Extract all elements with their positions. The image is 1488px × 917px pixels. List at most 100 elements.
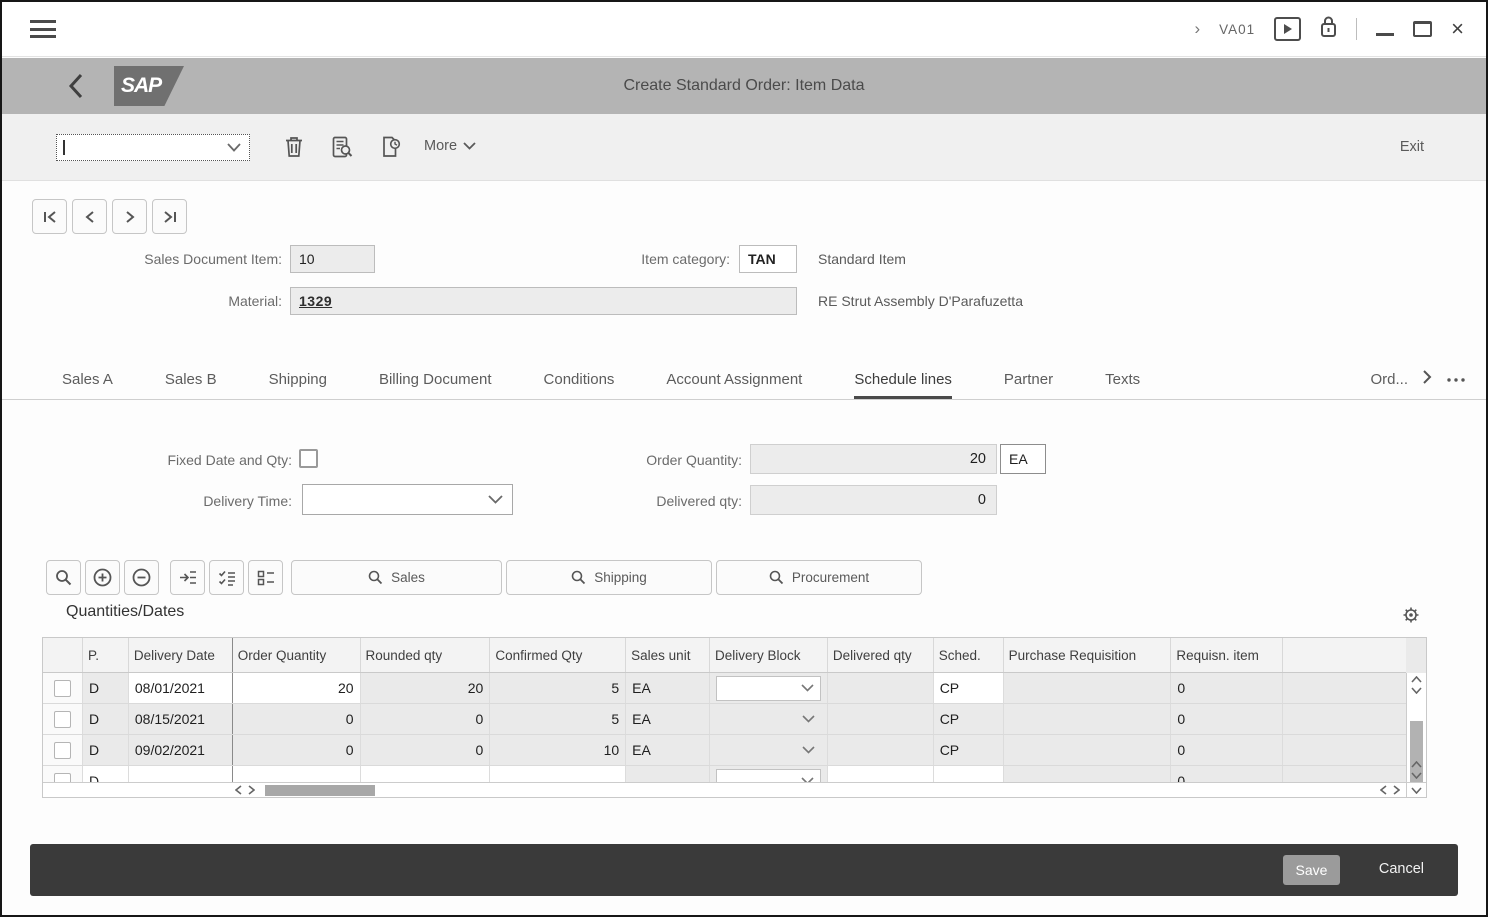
zoom-out-button[interactable] [124,560,159,595]
purchase-requisition-cell[interactable] [1004,673,1172,703]
first-item-button[interactable] [32,199,67,234]
order-quantity-cell[interactable]: 20 [233,673,361,703]
column-header[interactable]: Sales unit [626,638,710,672]
column-header[interactable]: Delivered qty [828,638,934,672]
sched-line-cat-cell[interactable]: CP [934,704,1004,734]
scroll-left-right-icons[interactable] [235,783,255,797]
delete-icon[interactable] [284,136,308,160]
sales-doc-item-field[interactable]: 10 [290,245,375,273]
column-header[interactable]: Sched. [934,638,1004,672]
row-select-checkbox[interactable] [43,735,83,765]
tab-conditions[interactable]: Conditions [544,371,615,399]
date-type-cell[interactable]: D [83,673,129,703]
tab-scroll-right-icon[interactable] [1422,370,1432,399]
zoom-in-button[interactable] [85,560,120,595]
requisition-item-cell[interactable]: 0 [1171,673,1283,703]
tab-sales-a[interactable]: Sales A [62,371,113,399]
maximize-icon[interactable] [1413,21,1432,37]
deselect-all-icon[interactable] [248,560,283,595]
last-item-button[interactable] [152,199,187,234]
tab-shipping[interactable]: Shipping [269,371,327,399]
page-up-icon[interactable] [1407,761,1426,768]
vertical-scrollbar[interactable] [1406,673,1426,782]
page-down-icon[interactable] [1407,772,1426,779]
sales-unit-cell[interactable]: EA [626,704,710,734]
column-header[interactable]: Delivery Block [710,638,828,672]
tab-schedule-lines[interactable]: Schedule lines [854,371,952,399]
minimize-icon[interactable] [1376,22,1394,36]
order-quantity-cell[interactable]: 0 [233,735,361,765]
column-header[interactable]: Requisn. item [1171,638,1283,672]
search-button[interactable] [46,560,81,595]
scroll-up-icon[interactable] [1407,676,1426,683]
horizontal-scrollbar[interactable] [43,782,1406,797]
next-item-button[interactable] [112,199,147,234]
order-quantity-field[interactable]: 20 [750,444,997,474]
delivered-qty-cell[interactable] [828,673,934,703]
rounded-qty-cell[interactable]: 0 [361,735,491,765]
order-quantity-cell[interactable]: 0 [233,704,361,734]
column-header[interactable]: Purchase Requisition [1004,638,1172,672]
chevron-right-icon[interactable]: › [1194,19,1200,39]
sales-unit-cell[interactable]: EA [626,735,710,765]
scroll-down-icon[interactable] [1407,687,1426,694]
more-menu[interactable]: More [424,138,476,154]
delivery-block-select[interactable] [710,735,828,765]
delivery-block-select[interactable] [710,704,828,734]
sales-unit-cell[interactable]: EA [626,673,710,703]
select-all-icon[interactable] [209,560,244,595]
cancel-button[interactable]: Cancel [1379,861,1424,877]
horizontal-scroll-thumb[interactable] [265,785,375,796]
column-header[interactable]: Delivery Date [129,638,233,672]
item-category-field[interactable]: TAN [739,245,797,273]
insert-line-icon[interactable] [170,560,205,595]
tab-account-assignment[interactable]: Account Assignment [666,371,802,399]
delivered-qty-cell[interactable] [828,704,934,734]
sched-line-cat-cell[interactable]: CP [934,673,1004,703]
tab-ord-truncated[interactable]: Ord... [1370,371,1408,399]
delivered-qty-cell[interactable] [828,735,934,765]
column-header[interactable]: Confirmed Qty [490,638,626,672]
sched-line-cat-cell[interactable]: CP [934,735,1004,765]
confirmed-qty-cell[interactable]: 5 [490,673,626,703]
tab-sales-b[interactable]: Sales B [165,371,217,399]
delivered-qty-field[interactable]: 0 [750,485,997,515]
tab-overflow-icon[interactable] [1446,370,1466,399]
date-type-cell[interactable]: D [83,704,129,734]
fixed-date-qty-checkbox[interactable] [299,449,318,468]
shipping-detail-button[interactable]: Shipping [506,560,712,595]
column-header[interactable]: Order Quantity [233,638,361,672]
material-link[interactable]: 1329 [299,293,332,309]
select-column-header[interactable] [43,638,83,672]
tab-billing-document[interactable]: Billing Document [379,371,492,399]
previous-item-button[interactable] [72,199,107,234]
back-icon[interactable] [68,72,90,100]
scroll-left-right-icons[interactable] [1380,783,1400,797]
row-select-checkbox[interactable] [43,673,83,703]
sales-detail-button[interactable]: Sales [291,560,502,595]
requisition-item-cell[interactable]: 0 [1171,704,1283,734]
procurement-detail-button[interactable]: Procurement [716,560,922,595]
column-header[interactable]: Rounded qty [361,638,491,672]
session-lock-icon[interactable] [1320,16,1337,43]
column-header[interactable]: P. [83,638,129,672]
purchase-requisition-cell[interactable] [1004,735,1172,765]
material-field[interactable]: 1329 [290,287,797,315]
delivery-date-cell[interactable]: 09/02/2021 [129,735,233,765]
order-unit-field[interactable]: EA [1000,444,1046,474]
delivery-date-cell[interactable]: 08/15/2021 [129,704,233,734]
delivery-date-cell[interactable]: 08/01/2021 [129,673,233,703]
tab-texts[interactable]: Texts [1105,371,1140,399]
gui-play-icon[interactable] [1274,17,1301,41]
confirmed-qty-cell[interactable]: 5 [490,704,626,734]
table-settings-gear-icon[interactable] [1402,606,1420,629]
delivery-block-select[interactable] [710,673,828,703]
save-button[interactable]: Save [1283,855,1340,885]
menu-icon[interactable] [30,20,56,39]
document-history-icon[interactable] [380,136,404,160]
close-icon[interactable]: × [1451,18,1464,40]
tab-partner[interactable]: Partner [1004,371,1053,399]
exit-button[interactable]: Exit [1400,139,1424,155]
rounded-qty-cell[interactable]: 0 [361,704,491,734]
purchase-requisition-cell[interactable] [1004,704,1172,734]
